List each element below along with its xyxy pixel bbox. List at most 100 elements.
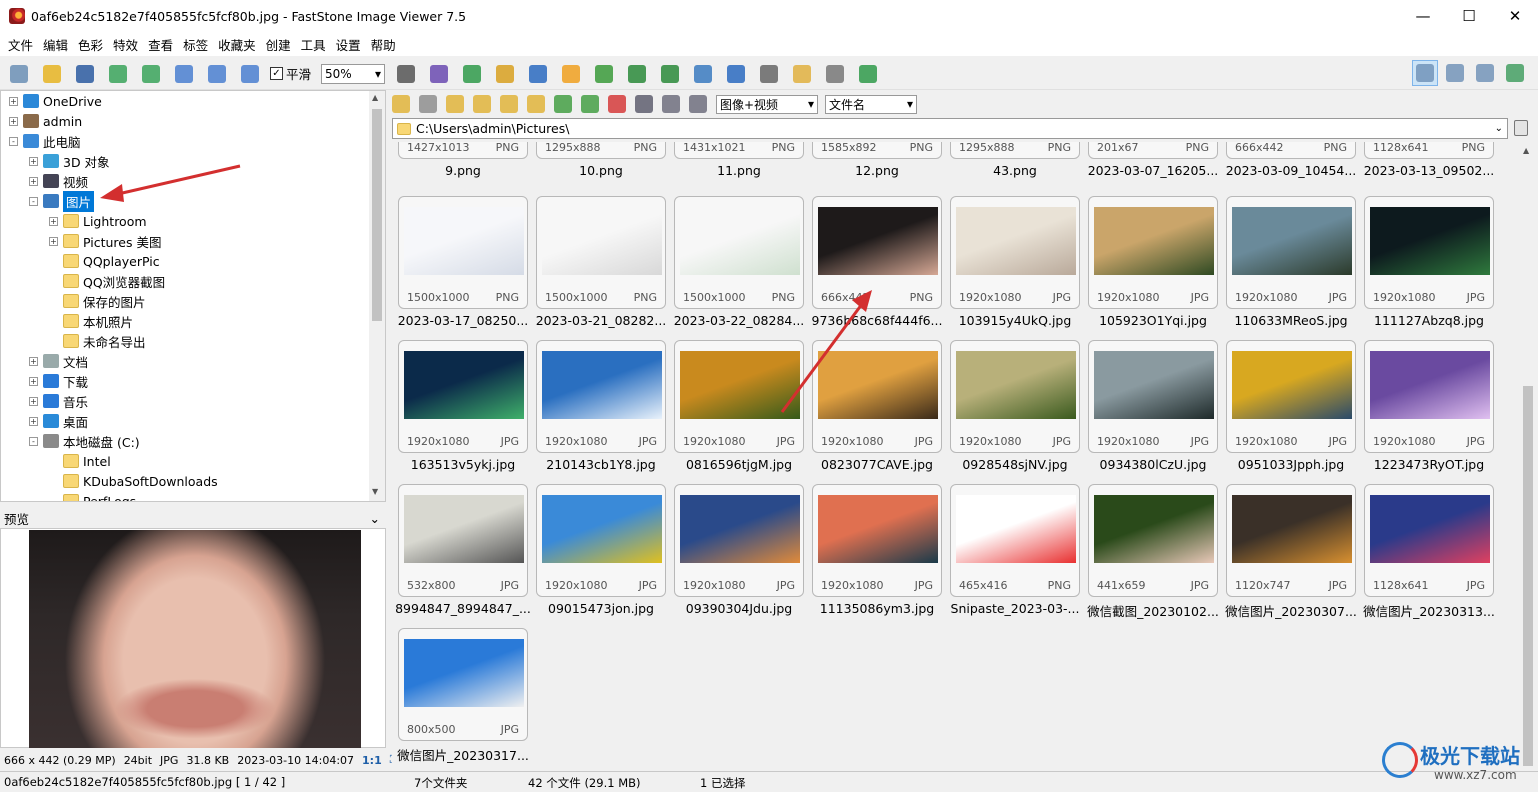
tree-item[interactable]: KDubaSoftDownloads [49,471,218,491]
new-folder-icon[interactable] [500,95,518,113]
thumbnail-filename[interactable]: 微信图片_20230317... [394,745,532,764]
tree-item[interactable]: + 视频 [29,171,88,191]
thumbnail-card[interactable]: 1920x1080 JPG [674,340,804,453]
smooth-checkbox[interactable]: ✓ 平滑 [270,64,311,83]
expand-icon[interactable]: + [49,236,58,246]
tree-item[interactable]: + Pictures 美图 [49,231,161,251]
expand-icon[interactable]: + [9,96,18,106]
thumbnail-filename[interactable]: 微信图片_20230307... [1222,601,1360,620]
scrollbar-thumb[interactable] [1523,386,1533,766]
thumbnail-filename[interactable]: 12.png [808,163,946,178]
chevron-down-icon[interactable]: ⌄ [1495,123,1503,134]
maximize-button[interactable]: ☐ [1446,0,1492,32]
favorite-icon[interactable] [527,95,545,113]
tree-item[interactable]: 本机照片 [49,311,133,331]
thumbnail-filename[interactable]: 09015473jon.jpg [532,601,670,616]
thumbnail-filename[interactable]: 微信图片_20230313... [1360,601,1498,620]
scrollbar-thumb[interactable] [372,109,382,321]
next-icon[interactable] [138,61,164,87]
menu-item[interactable]: 查看 [143,35,178,54]
tree-item[interactable]: + 文档 [29,351,88,371]
crop-icon[interactable] [492,61,518,87]
thumbnail-filename[interactable]: 0934380lCzU.jpg [1084,457,1222,472]
thumbnail-filename[interactable]: 11.png [670,163,808,178]
fullscreen-icon[interactable] [1502,60,1528,86]
collapse-icon[interactable]: - [29,436,38,446]
open-folder-icon[interactable] [39,61,65,87]
tree-item[interactable]: 未命名导出 [49,331,146,351]
portrait-view-icon[interactable] [1472,60,1498,86]
zoom-in-icon[interactable] [171,61,197,87]
thumbnail-card[interactable]: 666x442 PNG [1226,142,1356,159]
thumbnail-card[interactable]: 1585x892 PNG [812,142,942,159]
zoom-out-icon[interactable] [204,61,230,87]
hand-tool-icon[interactable] [393,61,419,87]
expand-icon[interactable]: + [9,116,18,126]
thumbnail-card[interactable]: 1920x1080 JPG [1088,340,1218,453]
refresh-icon[interactable] [473,95,491,113]
tree-item[interactable]: + 音乐 [29,391,88,411]
collapse-icon[interactable]: - [29,196,38,206]
filter-select[interactable]: 图像+视频 ▾ [716,94,818,114]
ratio-button[interactable]: 1:1 [362,754,382,767]
thumbnail-card[interactable]: 1500x1000 PNG [398,196,528,309]
zoom-select[interactable]: 50% ▾ [321,63,386,84]
thumbnail-card[interactable]: 1920x1080 JPG [950,196,1080,309]
thumbnail-card[interactable]: 1920x1080 JPG [536,340,666,453]
move-to-icon[interactable] [581,95,599,113]
details-view-icon[interactable] [662,95,680,113]
thumbnail-card[interactable]: 1500x1000 PNG [536,196,666,309]
scroll-down-icon[interactable]: ▼ [372,487,378,496]
tree-item[interactable]: Intel [49,451,111,471]
rotate-left-icon[interactable] [624,61,650,87]
tree-scrollbar[interactable]: ▲ ▼ [369,91,385,501]
thumbnail-filename[interactable]: 0951033Jpph.jpg [1222,457,1360,472]
thumbnail-card[interactable]: 1920x1080 JPG [674,484,804,597]
thumbnail-filename[interactable]: Snipaste_2023-03-... [946,601,1084,616]
menu-item[interactable]: 工具 [296,35,331,54]
thumbnail-filename[interactable]: 2023-03-22_08284... [670,313,808,328]
thumbnail-card[interactable]: 1920x1080 JPG [398,340,528,453]
thumbnail-filename[interactable]: 0823077CAVE.jpg [808,457,946,472]
tree-item[interactable]: 保存的图片 [49,291,146,311]
tree-item[interactable]: QQplayerPic [49,251,160,271]
thumbnail-card[interactable]: 1920x1080 JPG [536,484,666,597]
thumbnail-card[interactable]: 1920x1080 JPG [1088,196,1218,309]
thumbnail-card[interactable]: 1920x1080 JPG [812,484,942,597]
scroll-up-icon[interactable]: ▲ [1523,146,1529,155]
expand-icon[interactable]: + [29,176,38,186]
print-icon[interactable] [822,61,848,87]
thumbnail-view-icon[interactable] [1412,60,1438,86]
actual-size-icon[interactable] [237,61,263,87]
thumbnail-filename[interactable]: 2023-03-13_09502... [1360,163,1498,178]
save-icon[interactable] [72,61,98,87]
thumbnail-filename[interactable]: 43.png [946,163,1084,178]
grid-scrollbar[interactable]: ▲ [1520,142,1536,768]
thumbnail-card[interactable]: 1920x1080 JPG [1364,196,1494,309]
batch-icon[interactable] [855,61,881,87]
tree-item[interactable]: + Lightroom [49,211,147,231]
thumbnail-card[interactable]: 1500x1000 PNG [674,196,804,309]
menu-item[interactable]: 色彩 [73,35,108,54]
tree-item[interactable]: +3D 对象 [29,151,110,171]
thumbnail-filename[interactable]: 10.png [532,163,670,178]
thumbnail-filename[interactable]: 微信截图_20230102... [1084,601,1222,620]
menu-item[interactable]: 收藏夹 [213,35,261,54]
expand-icon[interactable]: + [49,216,58,226]
thumbnail-card[interactable]: 1920x1080 JPG [1226,196,1356,309]
menu-item[interactable]: 创建 [261,35,296,54]
delete-icon[interactable] [608,95,626,113]
recycle-bin-icon[interactable] [1514,120,1528,136]
expand-icon[interactable]: + [29,416,38,426]
thumbnail-card[interactable]: 800x500 JPG [398,628,528,741]
thumbnail-filename[interactable]: 09390304Jdu.jpg [670,601,808,616]
explorer-view-icon[interactable] [1442,60,1468,86]
close-button[interactable]: ✕ [1492,0,1538,32]
thumbnail-filename[interactable]: 2023-03-21_08282... [532,313,670,328]
menu-item[interactable]: 编辑 [38,35,73,54]
tree-item[interactable]: - 此电脑 [9,131,81,151]
draw-icon[interactable] [756,61,782,87]
minimize-button[interactable]: — [1400,0,1446,32]
forward-icon[interactable] [419,95,437,113]
resize-icon[interactable] [723,61,749,87]
